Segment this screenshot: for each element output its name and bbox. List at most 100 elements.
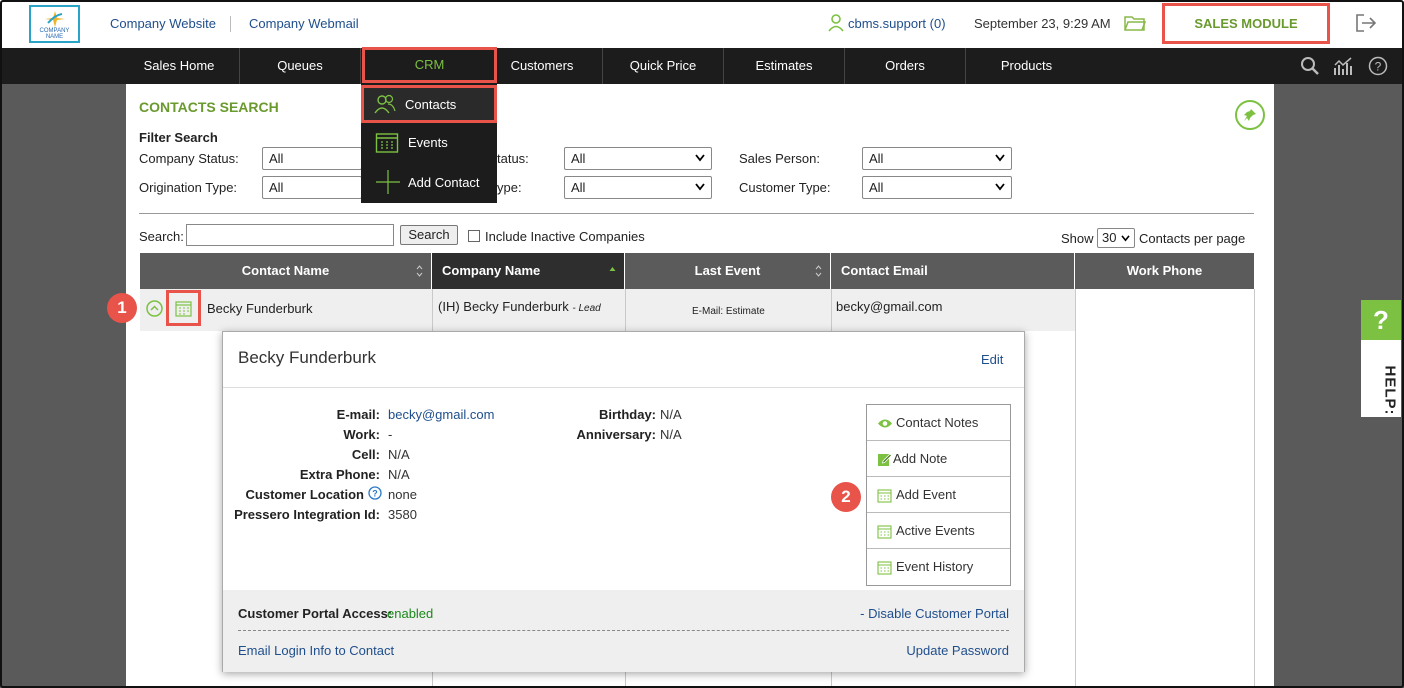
chevron-down-icon (995, 154, 1005, 162)
email-login-link[interactable]: Email Login Info to Contact (238, 643, 394, 658)
email-cell[interactable]: becky@gmail.com (836, 299, 942, 314)
calendar-icon (877, 561, 892, 575)
chevron-down-icon (995, 183, 1005, 191)
company-status-label: Company Status: (139, 151, 239, 166)
info-icon[interactable]: ? (368, 486, 382, 500)
callout-2: 2 (831, 482, 861, 512)
col-work-phone[interactable]: Work Phone (1075, 253, 1254, 289)
divider (223, 387, 1024, 388)
company-status-select[interactable]: All (262, 147, 362, 170)
nav-quick-price[interactable]: Quick Price (603, 48, 724, 84)
type-select[interactable]: All (564, 176, 712, 199)
nav-estimates[interactable]: Estimates (724, 48, 845, 84)
work-label: Work: (343, 427, 380, 442)
help-tab[interactable]: ? HELP: (1361, 300, 1401, 417)
current-user-link[interactable]: cbms.support (0) (848, 16, 946, 31)
origination-type-select[interactable]: All (262, 176, 362, 199)
contact-name-cell[interactable]: Becky Funderburk (207, 301, 313, 316)
status-select[interactable]: All (564, 147, 712, 170)
sales-person-select[interactable]: All (862, 147, 1012, 170)
active-events-label: Active Events (896, 523, 975, 538)
active-events-button[interactable]: Active Events (867, 513, 1010, 549)
customer-type-label: Customer Type: (739, 180, 831, 195)
collapse-icon[interactable] (146, 300, 163, 317)
help-icon[interactable]: ? (1368, 56, 1388, 76)
nav-queues[interactable]: Queues (240, 48, 361, 84)
add-note-button[interactable]: Add Note (867, 441, 1010, 477)
divider (139, 213, 1254, 214)
main-nav: Sales Home Queues Customers Quick Price … (0, 48, 1404, 84)
contact-detail-card: Becky Funderburk Edit E-mail: becky@gmai… (222, 331, 1025, 672)
plus-icon (376, 170, 400, 194)
dropdown-events[interactable]: Events (361, 123, 497, 163)
link-divider (230, 16, 231, 32)
customer-type-select[interactable]: All (862, 176, 1012, 199)
add-event-button[interactable]: Add Event (867, 477, 1010, 513)
email-value[interactable]: becky@gmail.com (388, 407, 494, 422)
nav-crm[interactable]: CRM (362, 47, 497, 83)
analytics-icon[interactable] (1333, 56, 1353, 76)
contact-notes-button[interactable]: Contact Notes (867, 405, 1010, 441)
logo-text: COMPANY NAME (39, 28, 70, 40)
sort-asc-icon (609, 267, 616, 271)
nav-products[interactable]: Products (966, 48, 1087, 84)
disable-portal-link[interactable]: - Disable Customer Portal (860, 606, 1009, 621)
col-last-event[interactable]: Last Event (625, 253, 831, 289)
event-history-button[interactable]: Event History (867, 549, 1010, 585)
col-company-name[interactable]: Company Name (432, 253, 625, 289)
col-work-phone-label: Work Phone (1126, 263, 1203, 278)
contacts-panel: CONTACTS SEARCH Filter Search Company St… (126, 84, 1274, 688)
include-inactive-checkbox[interactable] (468, 230, 480, 242)
pin-icon (1244, 109, 1256, 121)
folder-icon[interactable] (1124, 14, 1146, 32)
nav-orders[interactable]: Orders (845, 48, 966, 84)
dropdown-events-label: Events (408, 135, 448, 150)
dropdown-add-contact[interactable]: Add Contact (361, 163, 497, 203)
update-password-link[interactable]: Update Password (906, 643, 1009, 658)
include-inactive-label: Include Inactive Companies (485, 229, 645, 244)
logout-icon[interactable] (1355, 13, 1377, 33)
pin-button[interactable] (1235, 100, 1265, 130)
nav-customers[interactable]: Customers (482, 48, 603, 84)
company-status-value: All (269, 151, 284, 166)
search-icon[interactable] (1300, 56, 1320, 76)
top-bar: COMPANY NAME Company Website Company Web… (0, 0, 1404, 48)
search-button[interactable]: Search (400, 225, 458, 245)
company-name-cell[interactable]: (IH) Becky Funderburk - Lead (438, 299, 601, 314)
extra-phone-value: N/A (388, 467, 410, 482)
event-calendar-button[interactable] (166, 290, 201, 326)
col-contact-name-label: Contact Name (241, 263, 330, 278)
user-icon (828, 14, 844, 32)
company-website-link[interactable]: Company Website (110, 16, 216, 31)
company-logo[interactable]: COMPANY NAME (29, 5, 80, 43)
work-value: - (388, 427, 393, 442)
sales-person-value: All (869, 151, 884, 166)
help-label: HELP: (1381, 365, 1399, 416)
col-contact-name[interactable]: Contact Name (140, 253, 432, 289)
help-question-icon: ? (1361, 300, 1401, 340)
chevron-down-icon (1121, 235, 1130, 242)
edit-link[interactable]: Edit (981, 352, 1003, 367)
type-label: ype: (497, 180, 522, 195)
per-page-select[interactable]: 30 (1097, 228, 1135, 248)
sort-icon (416, 265, 423, 277)
company-name-value: (IH) Becky Funderburk (438, 299, 569, 314)
col-contact-email[interactable]: Contact Email (831, 253, 1075, 289)
portal-access-label: Customer Portal Access: (238, 606, 393, 621)
divider (238, 630, 1009, 631)
eye-icon (878, 419, 892, 428)
birthday-label: Birthday: (598, 407, 656, 422)
cell-label: Cell: (351, 447, 380, 462)
page-title: CONTACTS SEARCH (139, 99, 279, 115)
nav-sales-home[interactable]: Sales Home (119, 48, 240, 84)
search-input[interactable] (186, 224, 394, 246)
callout-1: 1 (107, 293, 137, 323)
company-webmail-link[interactable]: Company Webmail (249, 16, 359, 31)
dropdown-contacts[interactable]: Contacts (361, 85, 497, 123)
col-contact-email-label: Contact Email (841, 263, 928, 278)
dropdown-contacts-label: Contacts (405, 97, 457, 112)
sales-module-button[interactable]: SALES MODULE (1162, 3, 1330, 44)
crm-dropdown: Contacts Events Add Contact (361, 83, 497, 203)
anniversary-label: Anniversary: (576, 427, 656, 442)
dropdown-add-contact-label: Add Contact (408, 175, 480, 190)
